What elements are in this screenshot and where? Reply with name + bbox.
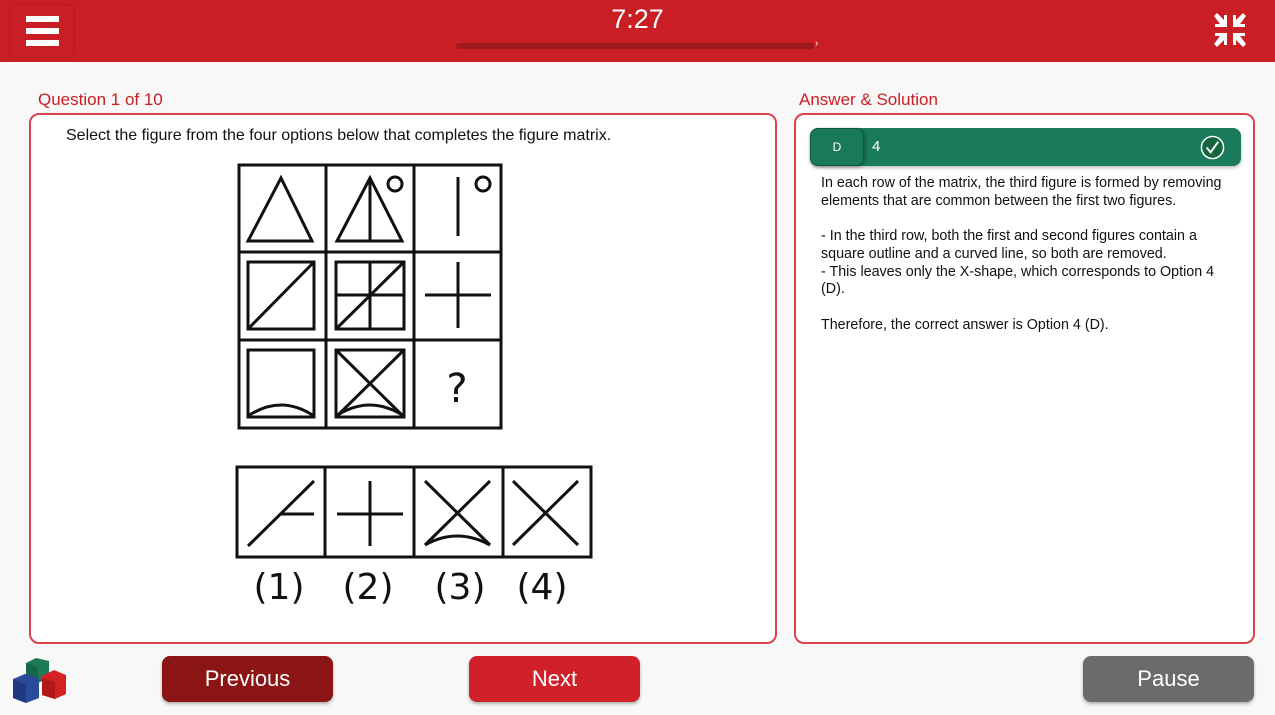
answer-letter-badge: D <box>810 128 864 166</box>
correct-answer-bar: D 4 <box>810 128 1241 166</box>
option-1-figure <box>246 479 316 548</box>
progress-end-mark: › <box>815 38 819 49</box>
answer-value: 4 <box>872 138 881 155</box>
app-logo-cubes-icon <box>13 658 66 703</box>
question-counter: Question 1 of 10 <box>38 90 163 109</box>
time-progress-bar <box>456 43 814 49</box>
collapse-fullscreen-icon[interactable] <box>1212 12 1248 48</box>
solution-bullet: - This leaves only the X-shape, which co… <box>821 263 1215 298</box>
top-bar: 7:27 › <box>0 0 1275 62</box>
option-1-label[interactable]: (1) <box>254 567 305 608</box>
next-button[interactable]: Next <box>469 656 640 702</box>
solution-text: In each row of the matrix, the third fig… <box>821 175 1231 352</box>
figure-matrix-puzzle: ? (1) (2) (3) (4) <box>235 163 593 608</box>
missing-figure-mark: ? <box>446 366 467 412</box>
hamburger-icon-line <box>25 40 59 46</box>
option-3-figure <box>423 479 492 547</box>
question-text: Select the figure from the four options … <box>66 127 612 144</box>
solution-paragraph: In each row of the matrix, the third fig… <box>821 175 1222 209</box>
previous-button[interactable]: Previous <box>162 656 333 702</box>
option-2-label[interactable]: (2) <box>343 567 394 608</box>
answer-panel: D 4 In each row of the matrix, the third… <box>794 113 1255 644</box>
option-3-label[interactable]: (3) <box>435 567 486 608</box>
option-4-label[interactable]: (4) <box>517 567 568 608</box>
option-4-figure <box>511 479 580 547</box>
option-2-figure <box>337 481 403 546</box>
question-panel: Select the figure from the four options … <box>29 113 777 644</box>
check-circle-icon <box>1200 135 1225 160</box>
timer: 7:27 <box>611 4 664 34</box>
pause-button[interactable]: Pause <box>1083 656 1254 702</box>
solution-conclusion: Therefore, the correct answer is Option … <box>821 316 1109 333</box>
solution-bullet: - In the third row, both the first and s… <box>821 228 1197 262</box>
answer-heading: Answer & Solution <box>799 90 938 109</box>
answer-options <box>235 465 593 559</box>
